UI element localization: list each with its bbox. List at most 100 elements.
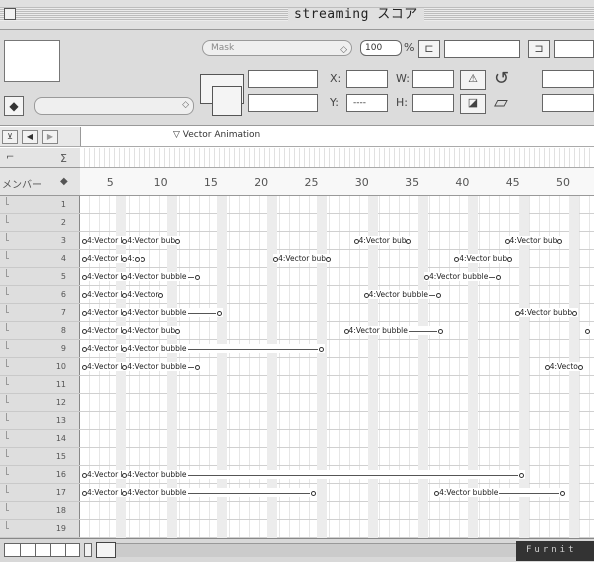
sprite-span[interactable]: 4:Vector bubb <box>514 308 579 317</box>
channel-row-header[interactable]: 13 <box>0 412 80 430</box>
channel-toggle-icon[interactable] <box>6 521 9 529</box>
channel-row-header[interactable]: 16 <box>0 466 80 484</box>
channel-toggle-icon[interactable] <box>6 431 9 439</box>
skew-field[interactable] <box>542 94 594 112</box>
sprite-span[interactable]: 4:Vector bub <box>122 236 182 245</box>
x-field[interactable] <box>346 70 388 88</box>
score-grid[interactable]: 4:Vector bubb 4:Vector bub 4:Vector bub 4:V… <box>80 196 594 538</box>
channel-row-header[interactable]: 1 <box>0 196 80 214</box>
channel-row-header[interactable]: 7 <box>0 304 80 322</box>
channel-row-header[interactable]: 10 <box>0 358 80 376</box>
sprite-span[interactable]: 4:Vector bubble <box>122 272 201 281</box>
close-box[interactable] <box>4 8 16 20</box>
sprite-span[interactable]: 4:Vector bub <box>353 236 413 245</box>
rotate-icon[interactable]: ↺ <box>494 68 509 89</box>
sprite-label: 4:Vector bub <box>358 236 407 245</box>
start-frame-field[interactable] <box>444 40 520 58</box>
channel-row-header[interactable]: 18 <box>0 502 80 520</box>
channel-row-header[interactable]: 11 <box>0 376 80 394</box>
channel-row-header[interactable]: 5 <box>0 268 80 286</box>
location-field-2[interactable] <box>248 94 318 112</box>
channel-toggle-icon[interactable] <box>6 341 9 349</box>
channel-row-header[interactable]: 6 <box>0 286 80 304</box>
blend-unit: % <box>404 41 415 54</box>
channel-row-header[interactable]: 8 <box>0 322 80 340</box>
sprite-span[interactable]: 4:Vector bub <box>504 236 564 245</box>
sprite-span[interactable]: 4:Vecto <box>544 362 584 371</box>
sprite-span[interactable]: 4:Vector bubble <box>122 344 325 353</box>
channel-toggle-icon[interactable] <box>6 197 9 205</box>
sprite-span[interactable] <box>585 326 591 335</box>
channel-toggle-icon[interactable] <box>6 233 9 241</box>
sprite-span[interactable]: 4: <box>122 254 141 263</box>
channel-toggle-icon[interactable] <box>6 503 9 511</box>
channel-row-header[interactable]: 12 <box>0 394 80 412</box>
sprite-span[interactable]: 4:Vector bubble <box>343 326 444 335</box>
sprite-span[interactable]: 4:Vector bub <box>273 254 332 263</box>
channel-row-header[interactable]: 15 <box>0 448 80 466</box>
channel-row-header[interactable]: 14 <box>0 430 80 448</box>
location-field-1[interactable] <box>248 70 318 88</box>
scroll-track[interactable] <box>116 543 516 557</box>
channel-toggle-icon[interactable] <box>6 377 9 385</box>
channel-toggle-icon[interactable] <box>6 449 9 457</box>
channel-row-header[interactable]: 9 <box>0 340 80 358</box>
frame-ruler[interactable]: 5 10 15 20 25 30 35 40 45 50 <box>80 168 594 196</box>
channel-toggle-icon[interactable] <box>6 485 9 493</box>
flip-icon[interactable]: ◪ <box>460 94 486 114</box>
channel-toggle[interactable]: ⌐ <box>6 152 14 163</box>
channel-row-header[interactable]: 17 <box>0 484 80 502</box>
sprite-arrow-button[interactable]: ◆ <box>4 96 24 116</box>
channel-row-header[interactable]: 19 <box>0 520 80 538</box>
channel-toggle-icon[interactable] <box>6 395 9 403</box>
horizontal-scrollbar[interactable]: Furnit <box>0 538 594 562</box>
sprite-span[interactable]: 4:Vector bub <box>122 326 182 335</box>
end-frame-field[interactable] <box>554 40 594 58</box>
ink-popup[interactable]: Mask ◇ <box>202 40 352 56</box>
scroll-thumb[interactable] <box>96 542 116 558</box>
channel-toggle-icon[interactable] <box>6 323 9 331</box>
sprite-span[interactable]: 4:Vector bubble <box>363 290 442 299</box>
channel-toggle-icon[interactable] <box>6 413 9 421</box>
trail-icon[interactable]: ⊏ <box>418 40 440 58</box>
next-marker-button[interactable]: ▶ <box>42 130 58 144</box>
cast-member-popup[interactable]: ◇ <box>34 97 194 115</box>
channel-row-header[interactable]: 4 <box>0 250 80 268</box>
channel-toggle-icon[interactable] <box>6 467 9 475</box>
sprite-span[interactable]: 4:Vector bubble <box>434 488 567 497</box>
channel-toggle-icon[interactable] <box>6 269 9 277</box>
channel-row-header[interactable]: 2 <box>0 214 80 232</box>
window-titlebar[interactable]: streaming スコア <box>0 0 594 30</box>
sprite-span[interactable]: 4:Vector bubble <box>424 272 503 281</box>
sum-icon[interactable]: Σ <box>60 152 67 165</box>
w-label: W: <box>396 72 410 85</box>
scroll-left-button[interactable] <box>84 543 92 557</box>
channel-toggle-icon[interactable] <box>6 287 9 295</box>
end-frame-icon[interactable]: ⊐ <box>528 40 550 58</box>
zoom-cells[interactable] <box>4 543 80 557</box>
sprite-label: 4:Vector bubble <box>439 488 499 497</box>
sprite-span[interactable]: 4:Vector bub <box>454 254 514 263</box>
blend-field[interactable]: 100 <box>360 40 402 56</box>
channel-toggle-icon[interactable] <box>6 215 9 223</box>
skew-icon[interactable]: ▱ <box>494 92 508 113</box>
channel-toggle-icon[interactable] <box>6 251 9 259</box>
chevron-down-icon[interactable]: ◆ <box>60 176 68 187</box>
timeline-tab[interactable]: ▽ Vector Animation <box>80 127 594 146</box>
sprite-span[interactable]: 4:Vector <box>122 290 165 299</box>
channel-toggle-icon[interactable] <box>6 359 9 367</box>
prev-marker-button[interactable]: ◀ <box>22 130 38 144</box>
y-field[interactable]: ---- <box>346 94 388 112</box>
rotation-field[interactable] <box>542 70 594 88</box>
h-field[interactable] <box>412 94 454 112</box>
sprite-span[interactable]: 4:Vector bubble <box>122 362 201 371</box>
channel-row-header[interactable]: 3 <box>0 232 80 250</box>
marker-icon[interactable]: ⊻ <box>2 130 18 144</box>
channel-popup[interactable]: メンバー <box>2 176 42 191</box>
sprite-span[interactable]: 4:Vector bubble <box>122 488 317 497</box>
sprite-span[interactable]: 4:Vector bubble <box>122 308 223 317</box>
sprite-span[interactable]: 4:Vector bubble <box>122 470 525 479</box>
w-field[interactable] <box>412 70 454 88</box>
warning-icon[interactable]: ⚠ <box>460 70 486 90</box>
channel-toggle-icon[interactable] <box>6 305 9 313</box>
